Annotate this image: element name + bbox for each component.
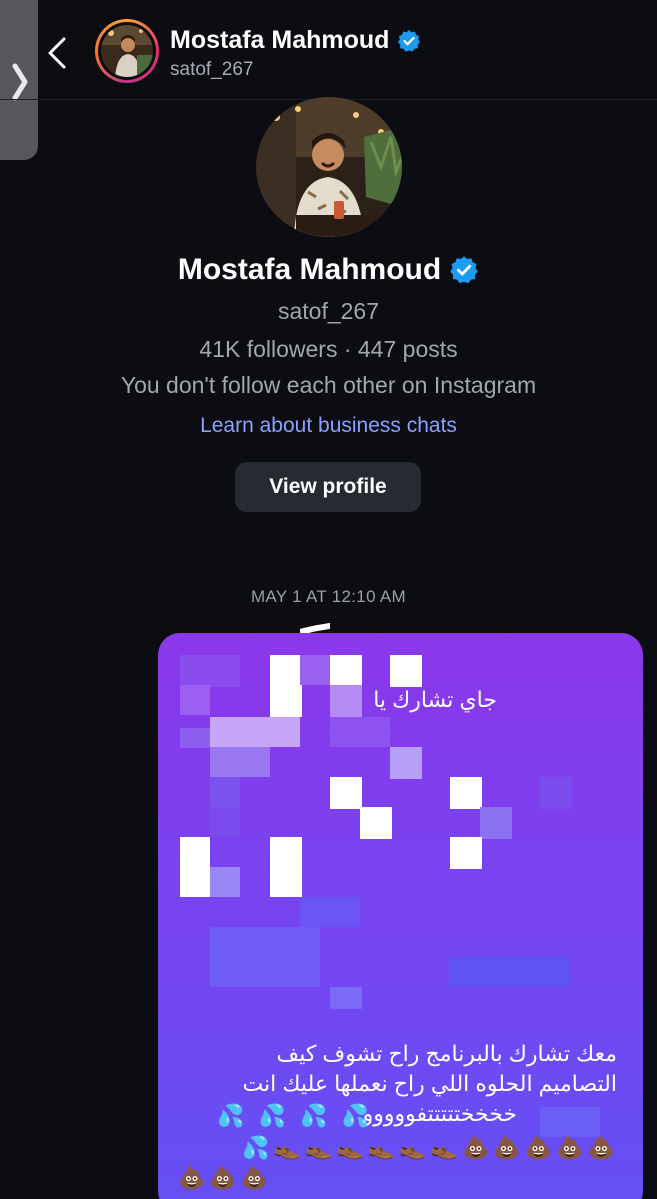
header-name: Mostafa Mahmoud: [170, 26, 390, 54]
profile-username: satof_267: [277, 298, 380, 324]
follow-status: You don't follow each other on Instagram: [120, 372, 537, 398]
profile-photo-icon: [256, 97, 402, 237]
avatar-photo-icon: [101, 25, 153, 77]
message-line: خخخختتتتتفووووو: [362, 1101, 517, 1126]
back-arrow-icon[interactable]: [42, 33, 70, 73]
header-username: satof_267: [170, 59, 254, 80]
emoji-row: 💦👞👞👞👞👞👞💩💩💩💩💩: [242, 1135, 619, 1160]
profile-stats: 41K followers · 447 posts: [199, 336, 458, 362]
chat-header: Mostafa Mahmoud satof_267: [0, 0, 657, 100]
profile-name: Mostafa Mahmoud: [177, 253, 442, 286]
message-line: معك تشارك بالبرنامج راح تشوف كيف: [276, 1041, 617, 1066]
emoji-row: 💦 💦 💦 💦: [217, 1103, 373, 1128]
message-line: التصاميم الحلوه اللي راح نعملها عليك انت: [242, 1071, 617, 1096]
profile-name-row: Mostafa Mahmoud: [0, 253, 657, 287]
verified-badge-icon: [398, 29, 421, 52]
learn-business-chats-link[interactable]: Learn about business chats: [0, 414, 657, 438]
message-timestamp: MAY 1 AT 12:10 AM: [250, 587, 407, 606]
message-line: جاي تشارك يا: [373, 687, 497, 712]
header-title[interactable]: Mostafa Mahmoud: [170, 26, 421, 55]
view-profile-button[interactable]: View profile: [235, 462, 421, 512]
header-avatar[interactable]: [95, 19, 159, 83]
profile-avatar[interactable]: [256, 97, 402, 237]
emoji-row: 💩💩💩: [178, 1165, 273, 1190]
message-bubble[interactable]: جاي تشارك يا معك تشارك بالبرنامج راح تشو…: [158, 633, 643, 1199]
verified-badge-icon: [450, 256, 478, 284]
